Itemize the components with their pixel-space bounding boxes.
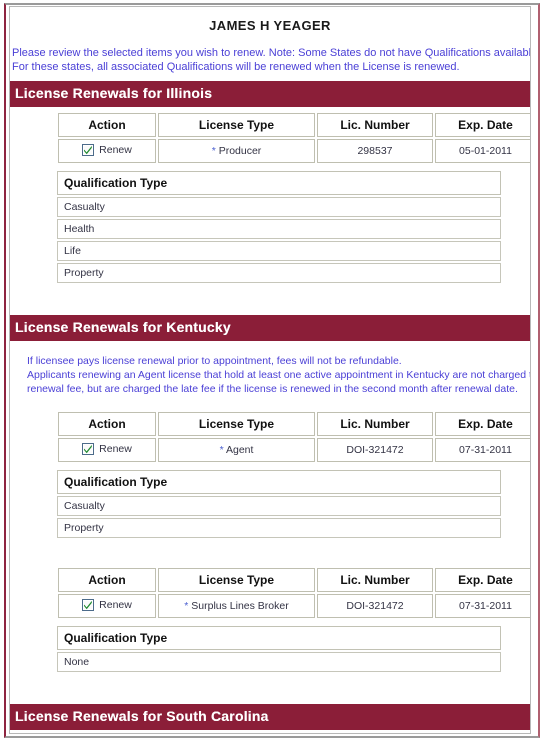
column-header-qualification-type: Qualification Type — [57, 470, 501, 494]
license-type-cell: * Agent — [158, 438, 315, 462]
exp-date-cell: 07-31-2011 — [435, 594, 530, 618]
lic-number-cell: DOI-321472 — [317, 438, 433, 462]
renew-label: Renew — [99, 598, 132, 611]
qualification-row: Property — [57, 263, 501, 283]
action-cell: Renew — [58, 139, 156, 163]
column-header-exp-date: Exp. Date — [435, 113, 530, 137]
page-inner-frame: JAMES H YEAGER Please review the selecte… — [9, 6, 531, 734]
action-cell: Renew — [58, 438, 156, 462]
required-asterisk: * — [184, 600, 189, 612]
intro-note-line-1: Please review the selected items you wis… — [12, 47, 531, 59]
license-table-header-row: Action License Type Lic. Number Exp. Date — [58, 568, 530, 592]
renewal-page: JAMES H YEAGER Please review the selecte… — [0, 0, 544, 741]
column-header-lic-number: Lic. Number — [317, 113, 433, 137]
license-table-header-row: Action License Type Lic. Number Exp. Date — [58, 412, 530, 436]
qualification-name: Casualty — [57, 197, 501, 217]
table-row: Renew * Producer 298537 05-01-2011 — [58, 139, 530, 163]
qualification-name: Casualty — [57, 496, 501, 516]
license-type-cell: * Producer — [158, 139, 315, 163]
license-block: Action License Type Lic. Number Exp. Date Re… — [10, 111, 530, 285]
column-header-exp-date: Exp. Date — [435, 412, 530, 436]
section-heading: License Renewals for Illinois — [10, 81, 530, 107]
column-header-qualification-type: Qualification Type — [57, 171, 501, 195]
action-cell: Renew — [58, 594, 156, 618]
column-header-license-type: License Type — [158, 568, 315, 592]
section-heading: License Renewals for South Carolina — [10, 704, 530, 730]
state-section: License Renewals for Illinois Action Licen… — [10, 81, 530, 315]
license-table: Action License Type Lic. Number Exp. Date Re… — [56, 410, 530, 464]
table-row: Renew * Agent DOI-321472 07-31-2011 — [58, 438, 530, 462]
qualification-row: Life — [57, 241, 501, 261]
qualification-table: Qualification Type Casualty Health Life Prop… — [56, 169, 502, 285]
exp-date-cell: 07-31-2011 — [435, 438, 530, 462]
qualification-row: Health — [57, 219, 501, 239]
section-heading: License Renewals for Kentucky — [10, 315, 530, 341]
qualification-row: Casualty — [57, 496, 501, 516]
table-row: Renew * Surplus Lines Broker DOI-321472 07-… — [58, 594, 530, 618]
column-header-lic-number: Lic. Number — [317, 568, 433, 592]
qualification-row: None — [57, 652, 501, 672]
license-table: Action License Type Lic. Number Exp. Date Re… — [56, 111, 530, 165]
license-block: Action License Type Lic. Number Exp. Date Re… — [10, 410, 530, 540]
renew-label: Renew — [99, 442, 132, 455]
qualification-name: Property — [57, 263, 501, 283]
column-header-license-type: License Type — [158, 412, 315, 436]
renew-label: Renew — [99, 143, 132, 156]
column-header-license-type: License Type — [158, 113, 315, 137]
state-section: License Renewals for Kentucky If licensee… — [10, 315, 530, 704]
qualification-header-row: Qualification Type — [57, 626, 501, 650]
state-note-line: renewal fee, but are charged the late fe… — [27, 383, 518, 395]
qualification-name: Health — [57, 219, 501, 239]
qualification-header-row: Qualification Type — [57, 470, 501, 494]
state-note-line: If licensee pays license renewal prior t… — [27, 355, 402, 367]
column-header-action: Action — [58, 568, 156, 592]
required-asterisk: * — [219, 444, 224, 456]
license-type-cell: * Surplus Lines Broker — [158, 594, 315, 618]
sections-container: License Renewals for Illinois Action Licen… — [10, 81, 530, 733]
license-table-header-row: Action License Type Lic. Number Exp. Date — [58, 113, 530, 137]
renew-checkbox[interactable] — [82, 598, 95, 611]
lic-number-cell: DOI-321472 — [317, 594, 433, 618]
intro-note: Please review the selected items you wis… — [10, 39, 530, 81]
state-section: License Renewals for South CarolinaActio… — [10, 704, 530, 733]
column-header-exp-date: Exp. Date — [435, 568, 530, 592]
renew-checkbox[interactable] — [82, 442, 95, 455]
qualification-header-row: Qualification Type — [57, 171, 501, 195]
state-note-line: Applicants renewing an Agent license tha… — [27, 369, 531, 381]
qualification-table: Qualification Type Casualty Property — [56, 468, 502, 540]
page-content: JAMES H YEAGER Please review the selecte… — [10, 7, 530, 733]
renew-checkbox[interactable] — [82, 143, 95, 156]
required-asterisk: * — [211, 145, 216, 157]
column-header-action: Action — [58, 113, 156, 137]
section-body: Action License Type Lic. Number Exp. Date Re… — [10, 111, 530, 315]
qualification-table: Qualification Type None — [56, 624, 502, 674]
page-title: JAMES H YEAGER — [209, 18, 331, 33]
section-body: If licensee pays license renewal prior t… — [10, 341, 530, 704]
license-block: Action License Type Lic. Number Exp. Date Re… — [10, 566, 530, 674]
state-note: If licensee pays license renewal prior t… — [10, 341, 530, 406]
intro-note-line-2: For these states, all associated Qualifi… — [12, 61, 460, 73]
exp-date-cell: 05-01-2011 — [435, 139, 530, 163]
lic-number-cell: 298537 — [317, 139, 433, 163]
column-header-action: Action — [58, 412, 156, 436]
license-table: Action License Type Lic. Number Exp. Date Re… — [56, 566, 530, 620]
column-header-lic-number: Lic. Number — [317, 412, 433, 436]
qualification-row: Property — [57, 518, 501, 538]
qualification-row: Casualty — [57, 197, 501, 217]
qualification-name: None — [57, 652, 501, 672]
qualification-name: Life — [57, 241, 501, 261]
column-header-qualification-type: Qualification Type — [57, 626, 501, 650]
qualification-name: Property — [57, 518, 501, 538]
